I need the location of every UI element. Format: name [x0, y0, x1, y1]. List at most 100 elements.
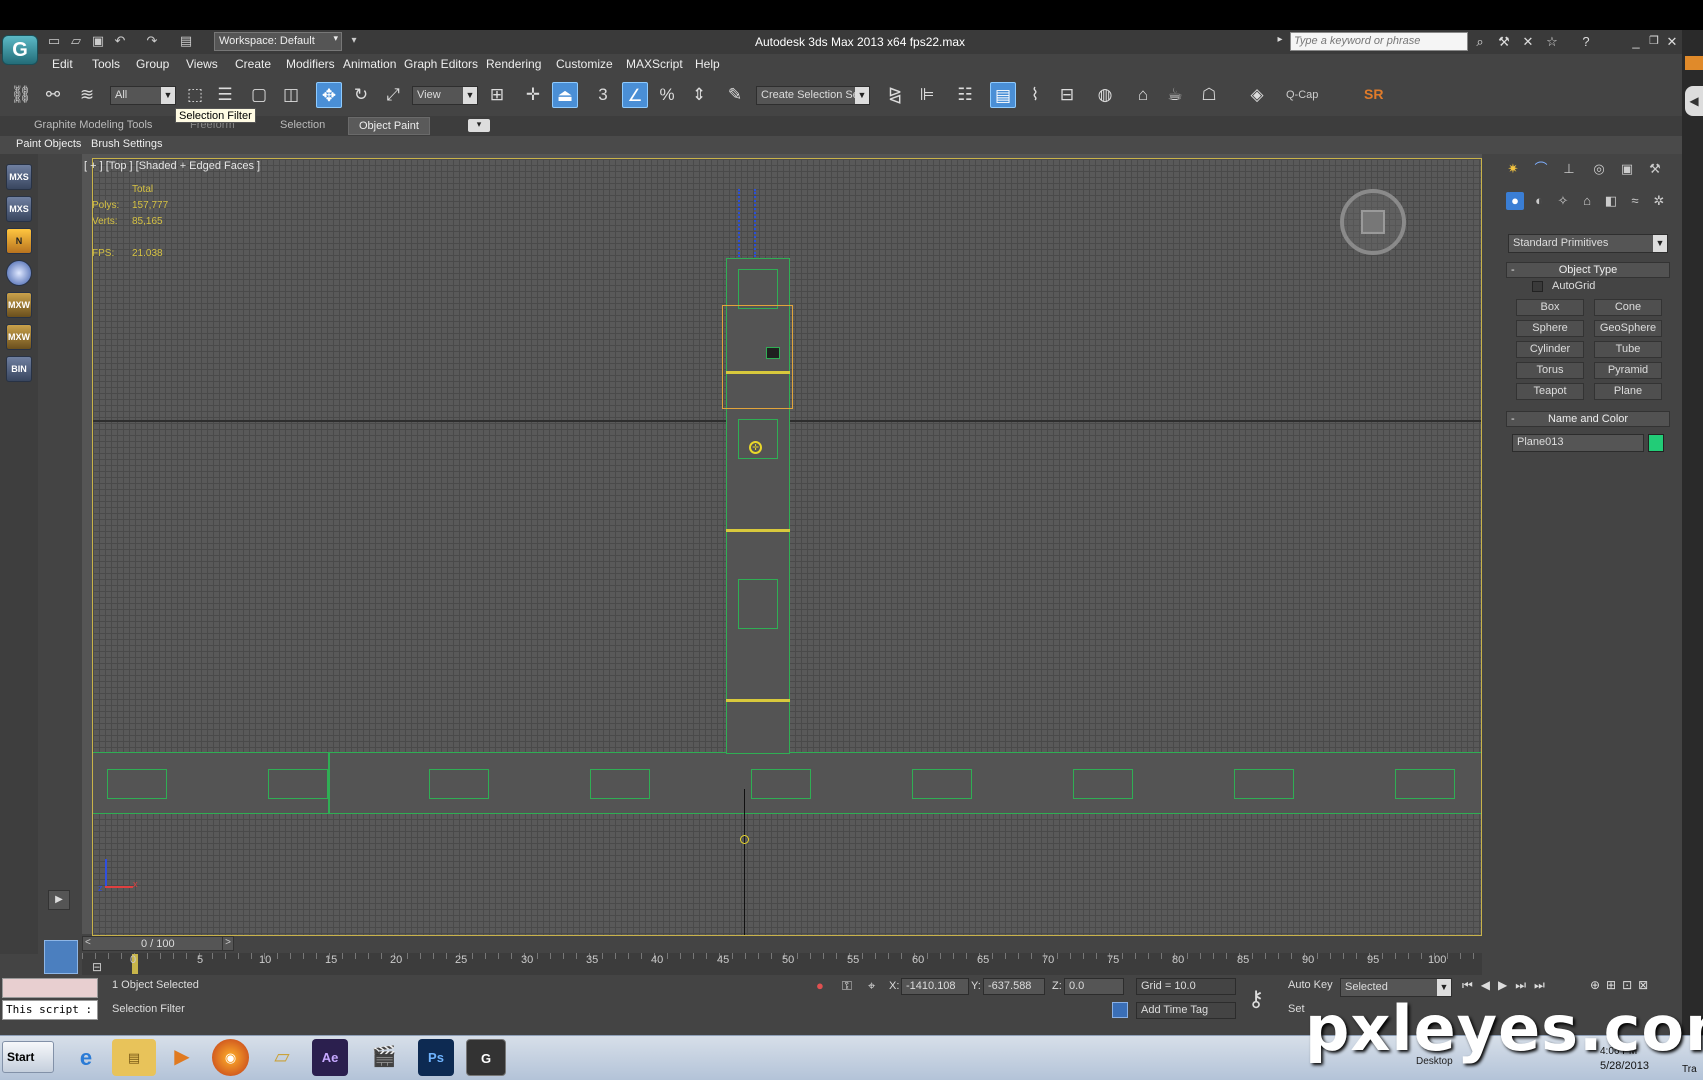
- y-coordinate-input[interactable]: -637.588: [983, 978, 1045, 995]
- edit-named-selection-icon[interactable]: ✎: [722, 82, 748, 108]
- graphite-toggle-icon[interactable]: ▤: [990, 82, 1016, 108]
- add-time-tag[interactable]: Add Time Tag: [1136, 1002, 1236, 1019]
- save-icon[interactable]: ▣: [90, 34, 106, 48]
- qcap-label[interactable]: Q-Cap: [1286, 89, 1318, 101]
- name-and-color-rollout[interactable]: - Name and Color: [1506, 411, 1670, 427]
- geometry-icon[interactable]: ●: [1506, 192, 1524, 210]
- select-move-icon[interactable]: ✥: [316, 82, 342, 108]
- render-setup-icon[interactable]: ⌂: [1130, 82, 1156, 108]
- lights-icon[interactable]: ✧: [1554, 192, 1572, 210]
- open-file-icon[interactable]: ▱: [68, 34, 84, 48]
- align-icon[interactable]: ⊫: [914, 82, 940, 108]
- selected-object-bounds[interactable]: [722, 305, 793, 409]
- maxscript-mini-listener[interactable]: This script :: [2, 1000, 98, 1020]
- select-rotate-icon[interactable]: ↻: [348, 82, 374, 108]
- rectangular-selection-icon[interactable]: ▢: [246, 82, 272, 108]
- tab-object-paint[interactable]: Object Paint: [348, 117, 430, 135]
- hierarchy-tab-icon[interactable]: ⊥: [1560, 160, 1578, 178]
- close-icon[interactable]: ✕: [1664, 34, 1680, 50]
- unlink-icon[interactable]: ⚯: [40, 82, 66, 108]
- angle-snap-icon[interactable]: ∠: [622, 82, 648, 108]
- brush-settings-panel[interactable]: Brush Settings: [91, 138, 163, 150]
- rendered-frame-window-icon[interactable]: ☕: [1162, 82, 1188, 108]
- bind-space-warp-icon[interactable]: ≋: [74, 82, 100, 108]
- menu-animation[interactable]: Animation: [343, 57, 396, 71]
- cylinder-button[interactable]: Cylinder: [1516, 341, 1584, 358]
- top-viewport[interactable]: ✛ x z: [92, 158, 1482, 936]
- tab-graphite-modeling-tools[interactable]: Graphite Modeling Tools: [24, 117, 162, 135]
- binoculars-icon[interactable]: ⌕: [1472, 34, 1488, 50]
- undo-icon[interactable]: ↶: [112, 34, 128, 48]
- minimize-icon[interactable]: _: [1628, 34, 1644, 50]
- create-tab-icon[interactable]: ✷: [1504, 160, 1522, 178]
- help-icon[interactable]: ?: [1578, 34, 1594, 50]
- mxw-button-2[interactable]: MXW: [6, 324, 32, 350]
- time-prev-icon[interactable]: <: [85, 937, 91, 948]
- x-coordinate-input[interactable]: -1410.108: [901, 978, 969, 995]
- favorites-icon[interactable]: ☆: [1544, 34, 1560, 50]
- project-folder-icon[interactable]: ▤: [178, 34, 194, 48]
- select-scale-icon[interactable]: ⤢: [380, 82, 406, 108]
- reference-coordinate-dropdown[interactable]: View ▼: [412, 86, 478, 105]
- autogrid-checkbox[interactable]: [1532, 281, 1543, 292]
- menu-graph-editors[interactable]: Graph Editors: [404, 57, 478, 71]
- 3ds-max-taskbar-icon[interactable]: G: [466, 1039, 506, 1076]
- space-warps-icon[interactable]: ≈: [1626, 192, 1644, 210]
- spinner-snap-icon[interactable]: ⇕: [686, 82, 712, 108]
- rollout-collapse-icon[interactable]: -: [1511, 263, 1515, 277]
- tab-selection[interactable]: Selection: [270, 117, 335, 135]
- select-by-name-icon[interactable]: ☰: [212, 82, 238, 108]
- maxscript-listener-button[interactable]: MXS: [6, 164, 32, 190]
- playback-controls[interactable]: ⏮◀▶⏭⏭: [1462, 978, 1553, 993]
- pivot-center-icon[interactable]: ⊞: [484, 82, 510, 108]
- shapes-icon[interactable]: ◐: [1530, 192, 1548, 210]
- start-button[interactable]: Start: [2, 1041, 54, 1073]
- plane-button[interactable]: Plane: [1594, 383, 1662, 400]
- object-color-swatch[interactable]: [1648, 434, 1664, 452]
- light-helper-icon[interactable]: ✛: [749, 441, 762, 454]
- menu-maxscript[interactable]: MAXScript: [626, 57, 683, 71]
- menu-customize[interactable]: Customize: [556, 57, 613, 71]
- play-script-button[interactable]: ▶: [48, 890, 70, 910]
- torus-button[interactable]: Torus: [1516, 362, 1584, 379]
- cameras-icon[interactable]: ⌂: [1578, 192, 1596, 210]
- nitrous-button[interactable]: N: [6, 228, 32, 254]
- modify-tab-icon[interactable]: ⌒: [1532, 160, 1550, 178]
- viewport-label[interactable]: [ + ] [Top ] [Shaded + Edged Faces ]: [84, 160, 260, 172]
- teapot-button[interactable]: Teapot: [1516, 383, 1584, 400]
- select-manipulate-icon[interactable]: ✛: [520, 82, 546, 108]
- absolute-mode-icon[interactable]: ⌖: [868, 978, 875, 994]
- menu-rendering[interactable]: Rendering: [486, 57, 541, 71]
- firefox-icon[interactable]: ◉: [212, 1039, 249, 1076]
- menu-help[interactable]: Help: [695, 57, 720, 71]
- lock-selection-icon[interactable]: ⚿: [842, 978, 852, 994]
- viewcube-icon[interactable]: [1340, 189, 1406, 255]
- systems-icon[interactable]: ✲: [1650, 192, 1668, 210]
- ladder-object[interactable]: [738, 189, 756, 257]
- named-selection-set-dropdown[interactable]: Create Selection Se ▼: [756, 86, 870, 105]
- maxscript-mini-listener-pink[interactable]: [2, 978, 98, 998]
- set-key-icon[interactable]: ⚷: [1248, 986, 1264, 1012]
- menu-group[interactable]: Group: [136, 57, 169, 71]
- mini-curve-editor-icon[interactable]: ⊟: [92, 960, 112, 974]
- photoshop-icon[interactable]: Ps: [418, 1039, 454, 1076]
- pin-icon[interactable]: ●: [816, 978, 824, 993]
- menu-views[interactable]: Views: [186, 57, 218, 71]
- rollout-collapse-icon[interactable]: -: [1511, 412, 1515, 426]
- menu-tools[interactable]: Tools: [92, 57, 120, 71]
- material-editor-icon[interactable]: ◍: [1092, 82, 1118, 108]
- menu-create[interactable]: Create: [235, 57, 271, 71]
- pyramid-button[interactable]: Pyramid: [1594, 362, 1662, 379]
- primitive-category-dropdown[interactable]: Standard Primitives ▼: [1508, 234, 1668, 253]
- communication-icon[interactable]: ✕: [1520, 34, 1536, 50]
- folder-icon[interactable]: ▤: [112, 1039, 156, 1076]
- maxscript-editor-button[interactable]: MXS: [6, 196, 32, 222]
- sphere-tool-button[interactable]: [6, 260, 32, 286]
- motion-tab-icon[interactable]: ◎: [1590, 160, 1608, 178]
- box-button[interactable]: Box: [1516, 299, 1584, 316]
- quick-access-menu-icon[interactable]: ▾: [346, 34, 362, 48]
- display-tab-icon[interactable]: ▣: [1618, 160, 1636, 178]
- geosphere-button[interactable]: GeoSphere: [1594, 320, 1662, 337]
- select-object-icon[interactable]: ⬚: [182, 82, 208, 108]
- percent-snap-icon[interactable]: %: [654, 82, 680, 108]
